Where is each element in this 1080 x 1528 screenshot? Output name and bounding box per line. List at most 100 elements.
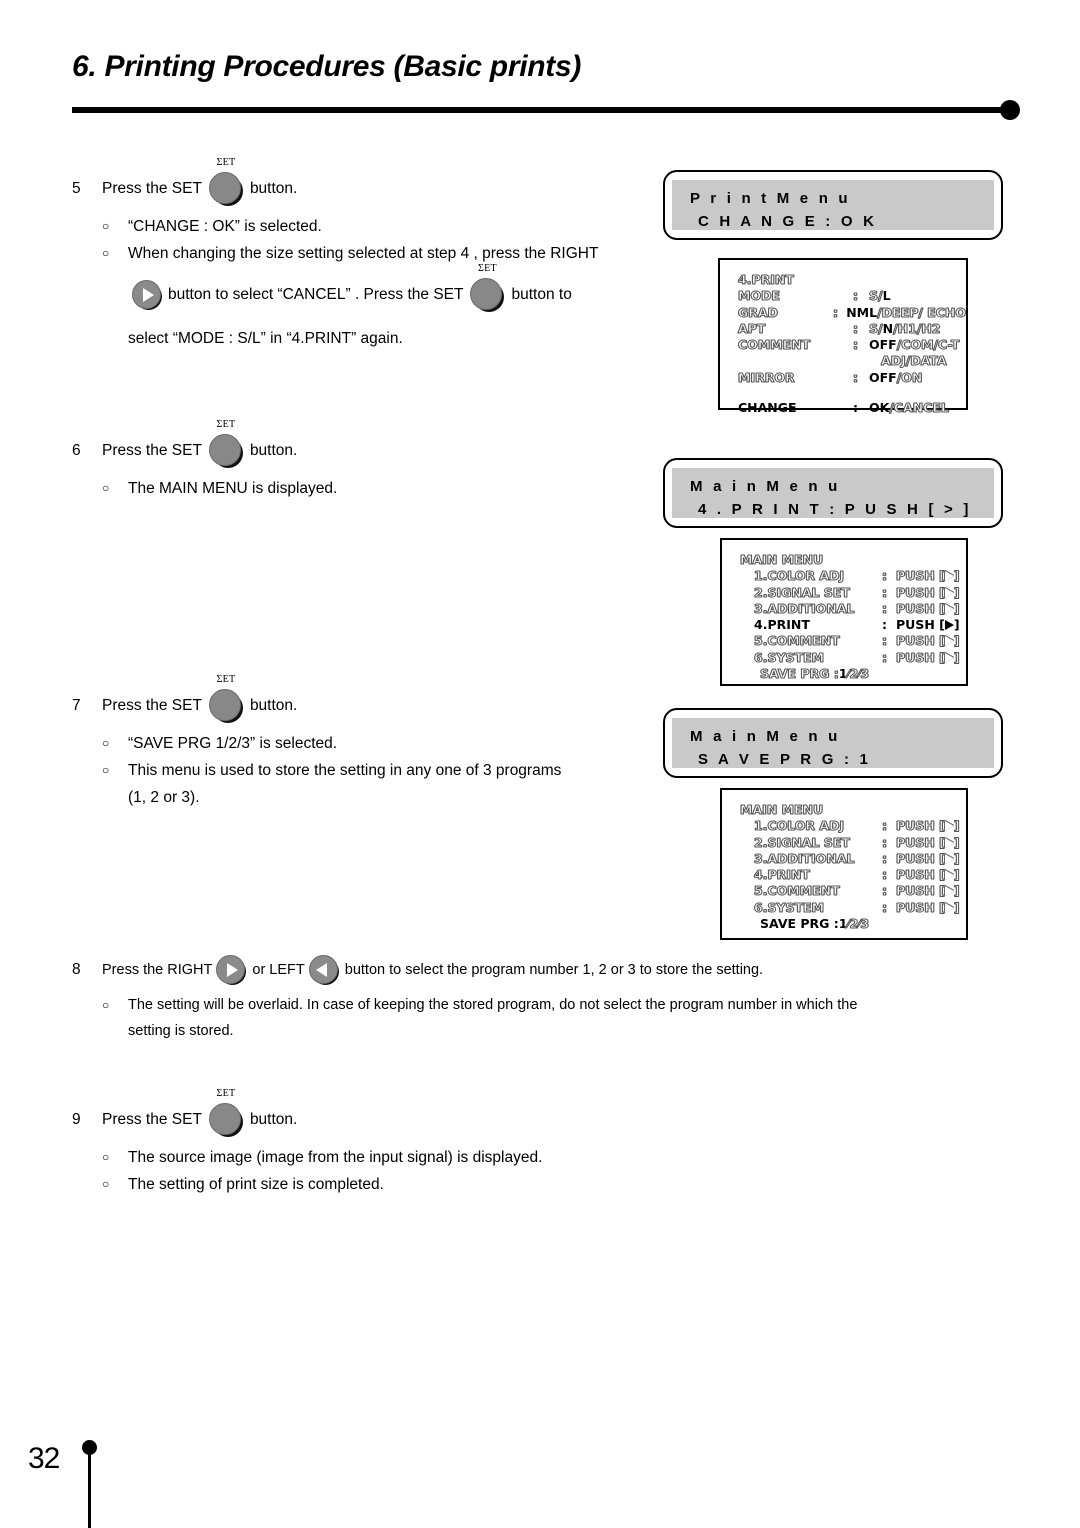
header-dot-ornament — [1000, 100, 1020, 120]
bullet-item: ○ “CHANGE : OK” is selected. — [102, 215, 652, 239]
step-8-lead-mid: or LEFT — [252, 962, 305, 978]
step-7-heading: 7 Press the SET ΣET button. — [72, 674, 652, 723]
set-button-icon[interactable]: ΣET — [208, 157, 243, 206]
lcd-content: 4.PRINT MODE : S/L GRAD : NML/DEEP/ ECHO… — [720, 260, 967, 416]
lcd-menu-action-text: PUSH — [896, 899, 936, 915]
set-button-face — [208, 434, 241, 466]
right-triangle-icon — [944, 636, 954, 647]
lcd-menu-action-text: PUSH — [896, 617, 935, 632]
step-8-lead-after: button to select the program number 1, 2… — [344, 962, 764, 978]
lcd-menu-action: PUSH [] — [896, 584, 966, 601]
lcd-menu-item-selected: 4.PRINT : PUSH [] — [740, 617, 966, 633]
left-arrow-face — [308, 955, 338, 984]
lcd-menu-label: 2.SIGNAL SET — [754, 834, 851, 850]
lcd-value-unselected: S/ — [869, 288, 883, 304]
lcd-value-selected: OK — [869, 399, 890, 415]
right-arrow-button-icon[interactable] — [216, 955, 248, 985]
right-triangle-icon — [944, 870, 954, 880]
lcd-value-unselected: S/ — [869, 320, 883, 336]
set-button-icon[interactable]: ΣET — [208, 1088, 243, 1137]
lcd-menu-action-text: PUSH — [896, 850, 936, 866]
lcd-bracket-open: [ — [934, 818, 946, 834]
bullet-item: ○ The source image (image from the input… — [102, 1146, 652, 1170]
lcd-row-label: MIRROR — [738, 369, 795, 385]
step-9-number: 9 — [72, 1111, 81, 1128]
set-button-face — [208, 172, 241, 204]
right-triangle-icon — [944, 902, 954, 913]
bullet-circle-icon: ○ — [102, 481, 110, 495]
bullet-text: When changing the size setting selected … — [128, 245, 599, 263]
lcd-bracket-open: [ — [934, 584, 946, 600]
lcd-content: MAIN MENU 1.COLOR ADJ : PUSH [] 2.SIGNAL… — [722, 790, 966, 932]
bullet-item-continuation: setting is stored. — [102, 1020, 1002, 1042]
lcd-bracket-close: ] — [953, 568, 960, 584]
step-5-lead-after: button. — [249, 180, 298, 197]
lcd-bracket-open: [ — [934, 834, 946, 850]
step-5: 5 Press the SET ΣET button. ○ “CHANGE : … — [72, 157, 652, 348]
lcd-menu-action: PUSH [] — [896, 649, 966, 666]
right-triangle-icon — [944, 652, 954, 663]
step-6: 6 Press the SET ΣET button. ○ The MAIN M… — [72, 419, 652, 504]
step-9-lead-before: Press the SET — [102, 1111, 202, 1128]
lcd-row-grad: GRAD : NML/DEEP/ ECHO — [738, 304, 967, 321]
lcd-menu-action-text: PUSH — [896, 818, 936, 834]
lcd-menu-label: 3.ADDITIONAL — [754, 850, 855, 866]
bullet-text: “SAVE PRG 1/2/3” is selected. — [128, 735, 338, 752]
lcd-menu-colon: : — [882, 584, 888, 600]
lcd-value-selected: L — [882, 288, 891, 304]
lcd-menu-action: PUSH [] — [896, 617, 966, 633]
lcd-menu-colon: : — [882, 633, 888, 649]
left-arrow-button-icon[interactable] — [308, 955, 341, 985]
lcd-menu-action: PUSH [] — [896, 818, 966, 834]
lcd-row-value: OK/CANCEL — [869, 399, 966, 416]
right-triangle-glyph — [226, 962, 238, 977]
right-arrow-button-icon[interactable] — [132, 280, 164, 311]
step-6-bullets: ○ The MAIN MENU is displayed. — [102, 477, 652, 501]
lcd-row-value: S/L — [869, 288, 966, 304]
lcd-row-colon-spacer — [853, 353, 869, 369]
lcd-row-colon: : — [853, 369, 859, 385]
lcd-title: MAIN MENU — [740, 802, 824, 818]
lcd-save-rest: ⁄2⁄3 — [847, 915, 870, 931]
step-5-heading: 5 Press the SET ΣET button. — [72, 157, 652, 206]
page-title: 6. Printing Procedures (Basic prints) — [72, 50, 582, 83]
lcd-menu-action: PUSH [] — [896, 568, 966, 584]
bullet-circle-icon: ○ — [102, 219, 110, 233]
bullet-text: The setting of print size is completed. — [128, 1176, 384, 1194]
step-5-cont-c: select “MODE : S/L” in “4.PRINT” again. — [128, 330, 403, 348]
bullet-text: setting is stored. — [128, 1022, 234, 1039]
right-triangle-icon — [944, 821, 954, 832]
lcd-screen-print-menu: 4.PRINT MODE : S/L GRAD : NML/DEEP/ ECHO… — [718, 258, 968, 415]
bullet-circle-icon: ○ — [102, 998, 110, 1012]
step-5-cont-b: button to — [511, 286, 572, 304]
lcd-menu-label: 4.PRINT — [754, 617, 810, 632]
set-button-caption: ΣET — [216, 419, 236, 430]
lcd-menu-colon: : — [882, 617, 887, 632]
lcd-save-selected: 1 — [838, 665, 848, 681]
lcd-bracket-close: ] — [953, 649, 960, 665]
caption-line-1: M a i n M e n u — [690, 478, 841, 495]
lcd-save-label: SAVE PRG : — [760, 665, 840, 681]
caption-box-main-menu-save: M a i n M e n u S A V E P R G : 1 — [663, 708, 1003, 778]
lcd-menu-action-text: PUSH — [896, 649, 936, 665]
lcd-row-apt: APT : S/N/H1/H2 — [738, 320, 966, 337]
lcd-title-row: MAIN MENU — [740, 552, 966, 568]
lcd-value-unselected: /ON — [896, 369, 923, 385]
caption-box-main-menu-print: M a i n M e n u 4 . P R I N T : P U S H … — [663, 458, 1003, 528]
lcd-title-row: MAIN MENU — [740, 802, 966, 818]
lcd-content: MAIN MENU 1.COLOR ADJ : PUSH [] 2.SIGNAL… — [722, 540, 966, 682]
lcd-menu-item: 4.PRINT : PUSH [] — [740, 867, 966, 883]
caption-line-2: S A V E P R G : 1 — [698, 751, 872, 769]
set-button-icon[interactable]: ΣET — [208, 674, 243, 723]
lcd-bracket-open: [ — [934, 649, 946, 665]
set-button-icon[interactable]: ΣET — [470, 263, 505, 313]
set-button-face — [208, 689, 241, 721]
lcd-menu-action: PUSH [] — [896, 850, 966, 867]
lcd-row-value: S/N/H1/H2 — [869, 320, 966, 337]
bullet-text: The setting will be overlaid. In case of… — [128, 997, 858, 1013]
lcd-row-value: NML/DEEP/ ECHO — [846, 304, 966, 321]
lcd-bracket-open: [ — [934, 633, 946, 649]
lcd-title: MAIN MENU — [740, 552, 824, 568]
set-button-icon[interactable]: ΣET — [208, 419, 243, 468]
lcd-row-change: CHANGE : OK/CANCEL — [738, 399, 966, 416]
